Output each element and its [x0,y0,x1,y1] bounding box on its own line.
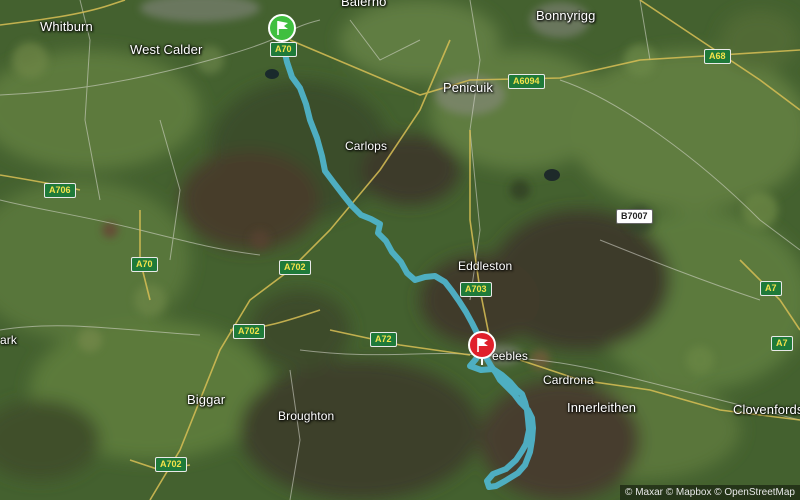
road-shield-a7-lower: A7 [771,336,793,351]
place-label-cardrona: Cardrona [543,373,594,387]
place-label-west-calder: West Calder [130,42,203,57]
place-label-innerleithen: Innerleithen [567,400,637,415]
place-label-lanark: ark [0,333,17,347]
road-shield-a706: A706 [44,183,76,198]
place-label-balerno: Balerno [341,0,387,9]
place-label-bonnyrigg: Bonnyrigg [536,8,596,23]
place-label-eddleston: Eddleston [458,259,513,273]
place-label-biggar: Biggar [187,392,226,407]
road-shield-a70-west: A70 [131,257,158,272]
road-shield-a702-south: A702 [233,324,265,339]
road-shield-a703: A703 [460,282,492,297]
place-label-penicuik: Penicuik [443,80,493,95]
road-shield-a72: A72 [370,332,397,347]
map-view[interactable]: Whitburn West Calder Balerno Bonnyrigg P… [0,0,800,500]
road-shield-b7007: B7007 [616,209,653,224]
road-shield-a68: A68 [704,49,731,64]
road-shield-a6094: A6094 [508,74,545,89]
place-label-clovenfords: Clovenfords [733,402,800,417]
road-shield-a702-bottom: A702 [155,457,187,472]
place-label-carlops: Carlops [345,139,388,153]
road-shield-a7-east: A7 [760,281,782,296]
map-attribution[interactable]: © Maxar © Mapbox © OpenStreetMap [620,485,800,500]
place-label-peebles: eebles [492,349,528,363]
place-label-broughton: Broughton [278,409,335,423]
road-shield-a702-mid: A702 [279,260,311,275]
satellite-terrain [0,0,800,500]
road-shield-a70-start: A70 [270,42,297,57]
place-label-whitburn: Whitburn [40,19,93,34]
